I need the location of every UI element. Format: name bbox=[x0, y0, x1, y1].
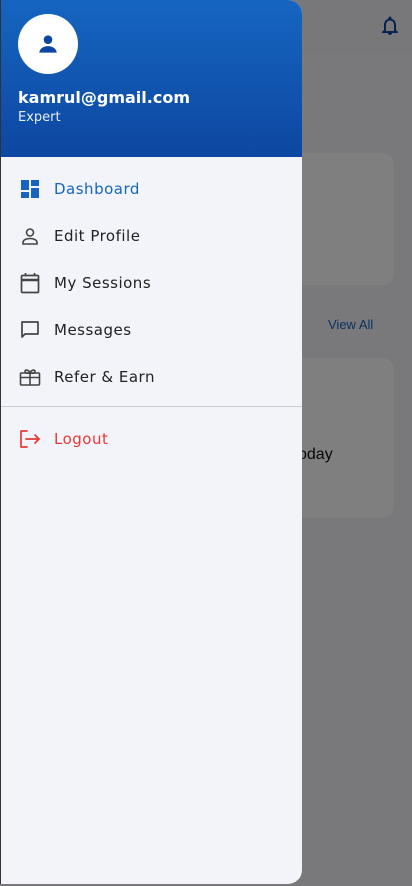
logout-button[interactable]: Logout bbox=[1, 415, 302, 462]
menu-item-label: Dashboard bbox=[54, 179, 140, 198]
menu-item-label: My Sessions bbox=[54, 273, 152, 292]
menu-item-refer-earn[interactable]: Refer & Earn bbox=[1, 353, 302, 400]
drawer-header: kamrul@gmail.com Expert bbox=[1, 0, 302, 157]
user-role: Expert bbox=[18, 110, 61, 125]
menu-item-edit-profile[interactable]: Edit Profile bbox=[1, 212, 302, 259]
person-icon bbox=[18, 224, 42, 248]
logout-label: Logout bbox=[54, 429, 109, 448]
menu-item-my-sessions[interactable]: My Sessions bbox=[1, 259, 302, 306]
calendar-icon bbox=[18, 271, 42, 295]
person-avatar-icon bbox=[39, 35, 57, 53]
drawer-menu: Dashboard Edit Profile My Sessions Messa… bbox=[1, 165, 302, 400]
menu-divider bbox=[1, 406, 302, 407]
dashboard-icon bbox=[18, 177, 42, 201]
message-icon bbox=[18, 318, 42, 342]
menu-item-dashboard[interactable]: Dashboard bbox=[1, 165, 302, 212]
avatar[interactable] bbox=[18, 14, 78, 74]
gift-icon bbox=[18, 365, 42, 389]
menu-item-messages[interactable]: Messages bbox=[1, 306, 302, 353]
menu-item-label: Refer & Earn bbox=[54, 367, 155, 386]
menu-item-label: Messages bbox=[54, 320, 132, 339]
menu-item-label: Edit Profile bbox=[54, 226, 141, 245]
logout-icon bbox=[18, 427, 42, 451]
user-email: kamrul@gmail.com bbox=[18, 88, 190, 107]
navigation-drawer: kamrul@gmail.com Expert Dashboard Edit P… bbox=[0, 0, 302, 884]
